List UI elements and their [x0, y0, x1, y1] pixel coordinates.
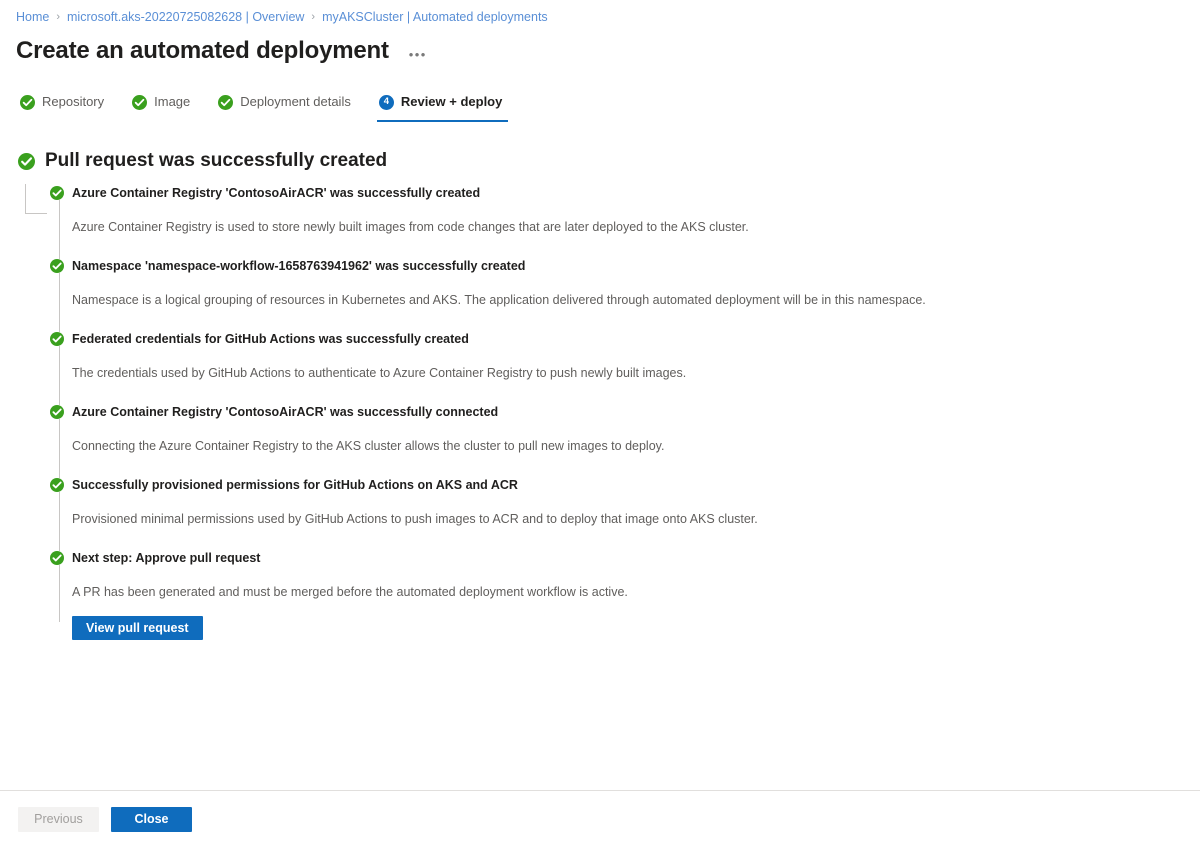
wizard-tabs: Repository Image Deployment details 4 Re… — [0, 67, 1200, 122]
result-item: Azure Container Registry 'ContosoAirACR'… — [50, 403, 1200, 476]
check-circle-icon — [18, 152, 35, 170]
result-item-header: Azure Container Registry 'ContosoAirACR'… — [50, 403, 1200, 421]
tree-elbow-connector — [25, 184, 47, 214]
result-item-title: Successfully provisioned permissions for… — [72, 478, 518, 492]
close-button[interactable]: Close — [111, 806, 192, 832]
result-item-description: Connecting the Azure Container Registry … — [72, 439, 665, 453]
result-item-next-step: Next step: Approve pull request A PR has… — [50, 549, 1200, 640]
result-item-title: Federated credentials for GitHub Actions… — [72, 332, 469, 346]
result-item-description: The credentials used by GitHub Actions t… — [72, 366, 687, 380]
tab-label: Deployment details — [240, 94, 351, 109]
result-item: Azure Container Registry 'ContosoAirACR'… — [50, 184, 1200, 257]
deployment-result: Pull request was successfully created Az… — [0, 122, 1200, 640]
breadcrumb-item-deployment-overview[interactable]: microsoft.aks-20220725082628 | Overview — [67, 9, 304, 25]
result-item-description: Provisioned minimal permissions used by … — [72, 512, 758, 526]
tab-image[interactable]: Image — [130, 93, 196, 122]
step-number-badge: 4 — [378, 94, 394, 110]
check-circle-icon — [50, 405, 64, 419]
tab-deployment-details[interactable]: Deployment details — [216, 93, 357, 122]
breadcrumb-chevron-icon: › — [311, 11, 316, 23]
result-item-title: Namespace 'namespace-workflow-1658763941… — [72, 259, 526, 273]
result-item-description: Azure Container Registry is used to stor… — [72, 220, 749, 234]
view-pull-request-button[interactable]: View pull request — [72, 616, 203, 640]
breadcrumb-item-home[interactable]: Home — [16, 9, 49, 25]
breadcrumb-chevron-icon: › — [56, 11, 61, 23]
result-item: Namespace 'namespace-workflow-1658763941… — [50, 257, 1200, 330]
result-item-header: Namespace 'namespace-workflow-1658763941… — [50, 257, 1200, 275]
result-heading: Pull request was successfully created — [0, 148, 1200, 174]
result-item-description: Namespace is a logical grouping of resou… — [72, 293, 926, 307]
breadcrumb: Home › microsoft.aks-20220725082628 | Ov… — [0, 0, 1200, 25]
previous-button[interactable]: Previous — [18, 806, 99, 832]
result-item-header: Federated credentials for GitHub Actions… — [50, 330, 1200, 348]
tab-repository[interactable]: Repository — [18, 93, 110, 122]
result-item: Successfully provisioned permissions for… — [50, 476, 1200, 549]
tab-label: Repository — [42, 94, 105, 109]
result-item-header: Next step: Approve pull request — [50, 549, 1200, 567]
result-title: Pull request was successfully created — [45, 150, 388, 171]
check-circle-icon — [218, 94, 234, 110]
result-item-title: Azure Container Registry 'ContosoAirACR'… — [72, 405, 499, 419]
check-circle-icon — [50, 478, 64, 492]
result-item: Federated credentials for GitHub Actions… — [50, 330, 1200, 403]
page-title: Create an automated deployment — [16, 37, 389, 64]
breadcrumb-item-cluster-automated-deployments[interactable]: myAKSCluster | Automated deployments — [322, 9, 548, 25]
check-circle-icon — [50, 551, 64, 565]
check-circle-icon — [132, 94, 148, 110]
result-item-description: A PR has been generated and must be merg… — [72, 585, 628, 599]
result-item-header: Azure Container Registry 'ContosoAirACR'… — [50, 184, 1200, 202]
tab-review-and-deploy[interactable]: 4 Review + deploy — [376, 93, 509, 122]
check-circle-icon — [50, 186, 64, 200]
result-item-title: Azure Container Registry 'ContosoAirACR'… — [72, 186, 481, 200]
tab-label: Review + deploy — [400, 94, 503, 109]
page-header: Create an automated deployment ••• — [0, 25, 1200, 67]
result-item-header: Successfully provisioned permissions for… — [50, 476, 1200, 494]
check-circle-icon — [50, 332, 64, 346]
result-item-title: Next step: Approve pull request — [72, 551, 261, 565]
result-item-list: Azure Container Registry 'ContosoAirACR'… — [50, 184, 1200, 640]
result-tree: Azure Container Registry 'ContosoAirACR'… — [0, 184, 1200, 640]
tab-label: Image — [154, 94, 191, 109]
more-options-icon[interactable]: ••• — [405, 44, 431, 64]
check-circle-icon — [20, 94, 35, 110]
check-circle-icon — [50, 259, 64, 273]
wizard-footer: Previous Close — [0, 790, 1200, 847]
